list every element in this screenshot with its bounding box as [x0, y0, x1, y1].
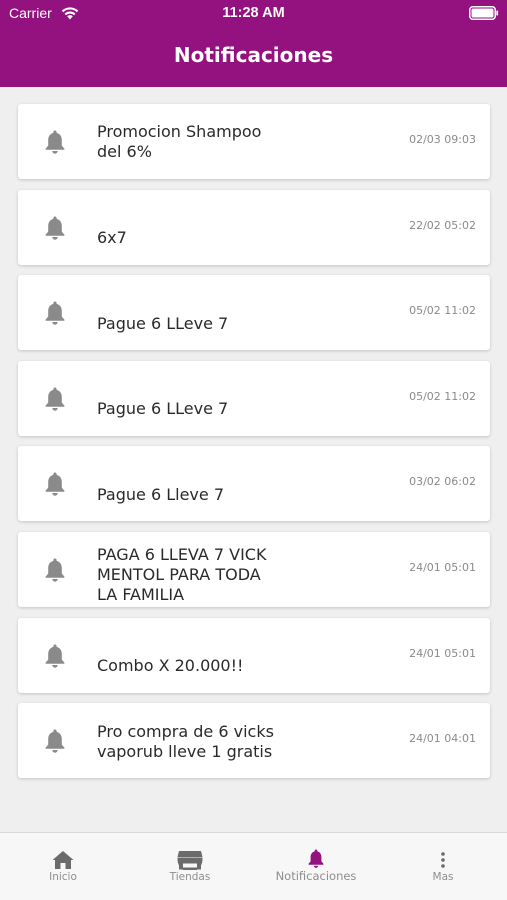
bell-icon: [45, 472, 65, 497]
notification-date: 02/03 09:03: [409, 133, 476, 146]
store-icon: [177, 851, 203, 870]
more-vertical-icon: [441, 852, 445, 868]
notification-card[interactable]: Pague 6 LLeve 7 05/02 11:02: [18, 275, 490, 351]
tab-notificaciones[interactable]: Notificaciones: [253, 833, 379, 900]
notification-card[interactable]: Pague 6 LLeve 7 05/02 11:02: [18, 360, 490, 436]
notification-date: 05/02 11:02: [409, 389, 476, 403]
app-header: Carrier 11:28 AM Notificaciones: [0, 0, 507, 87]
tab-inicio[interactable]: Inicio: [0, 833, 126, 900]
notification-message: Pro compra de 6 vicks vaporub lleve 1 gr…: [97, 721, 274, 761]
bell-icon: [45, 644, 65, 668]
page-title: Notificaciones: [173, 43, 334, 67]
notification-message: Pague 6 LLeve 7: [97, 399, 229, 419]
bell-icon: [45, 558, 65, 582]
home-icon: [52, 851, 74, 869]
tab-label: Inicio: [49, 871, 77, 883]
tab-tiendas[interactable]: Tiendas: [127, 833, 253, 900]
notification-date: 05/02 11:02: [409, 304, 476, 318]
status-bar: Carrier 11:28 AM: [0, 0, 507, 28]
bell-icon: [45, 729, 65, 753]
notification-message: Promocion Shampoo del 6%: [97, 121, 262, 161]
tab-label: Mas: [432, 871, 454, 883]
notification-message: 6x7: [97, 228, 127, 248]
notification-card[interactable]: Pro compra de 6 vicks vaporub lleve 1 gr…: [18, 703, 490, 779]
bell-icon: [45, 301, 65, 325]
notification-date: 03/02 06:02: [409, 475, 476, 489]
notification-date: 24/01 04:01: [409, 732, 476, 746]
bell-icon: [45, 387, 65, 411]
notification-message: Combo X 20.000!!: [97, 656, 244, 676]
notification-message: PAGA 6 LLEVA 7 VICK MENTOL PARA TODA LA …: [97, 545, 267, 605]
bell-icon: [308, 849, 324, 868]
notification-card[interactable]: 6x7 22/02 05:02: [18, 189, 490, 265]
battery-icon: [469, 6, 499, 20]
tab-label: Tiendas: [169, 871, 211, 883]
notification-list: Promocion Shampoo del 6% 02/03 09:03 6x7…: [18, 104, 490, 789]
tab-mas[interactable]: Mas: [380, 833, 506, 900]
bell-icon: [45, 130, 65, 154]
notification-message: Pague 6 Lleve 7: [97, 484, 225, 504]
notification-date: 22/02 05:02: [409, 218, 476, 232]
tab-label: Notificaciones: [275, 869, 357, 883]
tab-bar: Inicio Tiendas Notificaciones Mas: [0, 832, 507, 900]
notification-card[interactable]: Combo X 20.000!! 24/01 05:01: [18, 617, 490, 693]
status-time: 11:28 AM: [222, 5, 285, 21]
notification-card[interactable]: Pague 6 Lleve 7 03/02 06:02: [18, 446, 490, 522]
notification-message: Pague 6 LLeve 7: [97, 313, 229, 333]
notification-date: 24/01 05:01: [409, 646, 476, 660]
bell-icon: [45, 216, 65, 240]
notification-date: 24/01 05:01: [409, 560, 476, 574]
notification-card[interactable]: Promocion Shampoo del 6% 02/03 09:03: [18, 104, 490, 179]
notification-card[interactable]: PAGA 6 LLEVA 7 VICK MENTOL PARA TODA LA …: [18, 531, 490, 607]
